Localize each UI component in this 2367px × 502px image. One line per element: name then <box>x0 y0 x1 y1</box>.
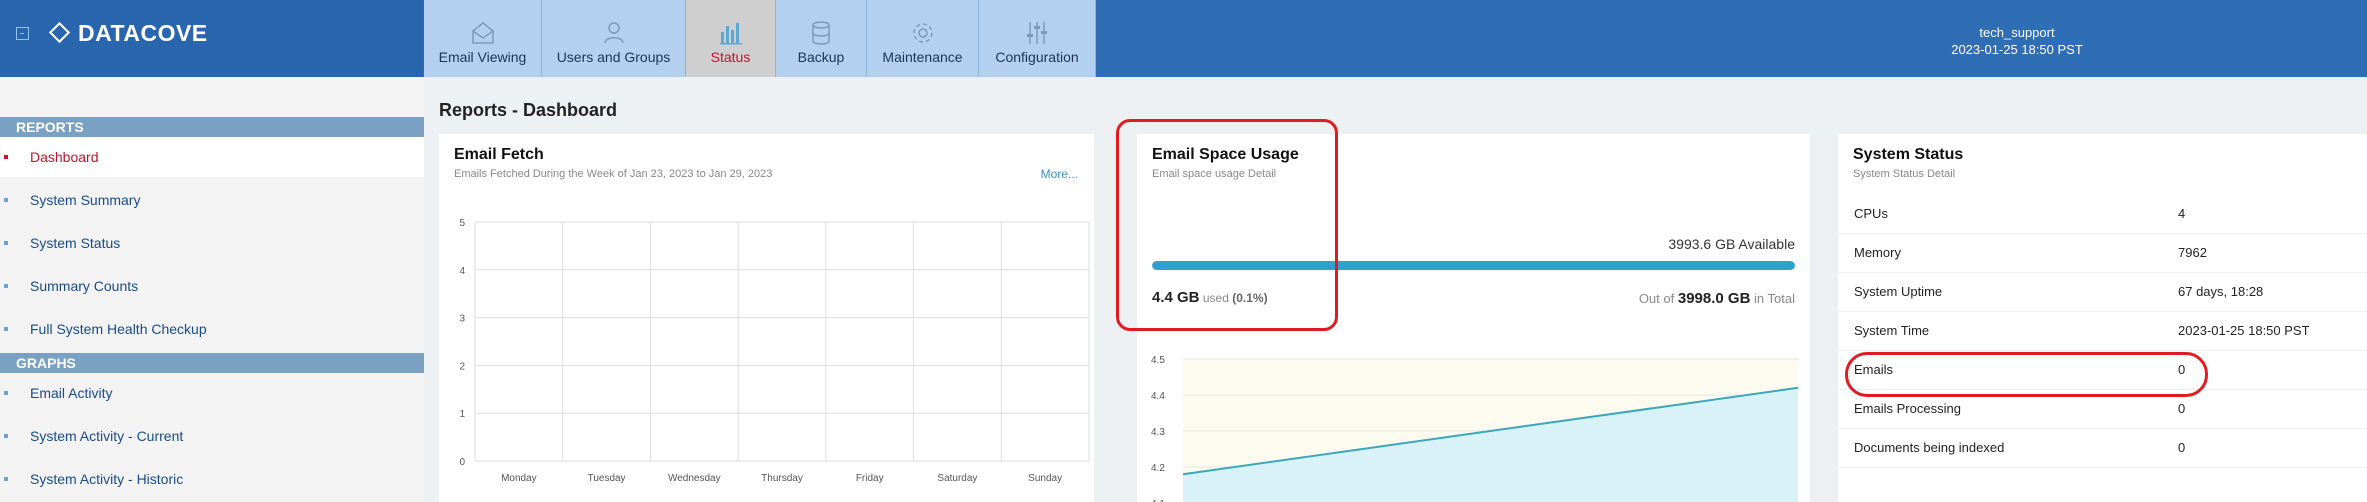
sidebar-item-label: System Status <box>30 235 121 251</box>
top-bar: DATACOVE Email Viewing Users and Groups … <box>0 0 2367 77</box>
app-logo-text: DATACOVE <box>78 20 208 46</box>
status-value: 0 <box>2178 362 2186 377</box>
sidebar-item-label: System Activity - Historic <box>30 471 184 487</box>
sidebar-item-label: Email Activity <box>30 385 113 401</box>
sidebar-item-dashboard[interactable]: Dashboard <box>0 137 424 177</box>
sidebar-item-label: Full System Health Checkup <box>30 321 207 337</box>
x-tick-label: Thursday <box>761 473 803 484</box>
sidebar-item-system-activity-historic[interactable]: System Activity - Historic <box>0 459 424 499</box>
bullet-icon <box>4 155 8 159</box>
collapse-sidebar-icon[interactable] <box>16 27 29 40</box>
sliders-icon <box>1027 22 1047 44</box>
status-key: Memory <box>1854 245 1901 260</box>
status-value: 67 days, 18:28 <box>2178 284 2264 299</box>
x-tick-label: Wednesday <box>668 473 721 484</box>
gear-icon <box>912 23 933 43</box>
tab-label: Status <box>710 49 751 65</box>
status-key: Documents being indexed <box>1854 440 2005 455</box>
database-icon <box>812 21 830 45</box>
tab-email-viewing[interactable]: Email Viewing <box>424 0 542 77</box>
sidebar-item-system-activity-current[interactable]: System Activity - Current <box>0 416 424 456</box>
status-row-cpus: CPUs 4 <box>1838 194 2367 234</box>
bullet-icon <box>4 241 8 245</box>
user-name[interactable]: tech_support <box>1952 25 2082 40</box>
status-value: 0 <box>2178 440 2186 455</box>
status-row-system-time: System Time 2023-01-25 18:50 PST <box>1838 311 2367 351</box>
sidebar-item-label: Dashboard <box>30 149 99 165</box>
y-tick-label: 4.3 <box>1151 427 1165 438</box>
status-row-emails-processing: Emails Processing 0 <box>1838 389 2367 429</box>
status-row-memory: Memory 7962 <box>1838 233 2367 273</box>
bullet-icon <box>4 198 8 202</box>
status-key: Emails Processing <box>1854 401 1961 416</box>
tab-configuration[interactable]: Configuration <box>979 0 1096 77</box>
sidebar-item-full-system-health-checkup[interactable]: Full System Health Checkup <box>0 309 424 349</box>
bullet-icon <box>4 477 8 481</box>
tab-label: Backup <box>797 49 845 65</box>
bullet-icon <box>4 434 8 438</box>
status-row-system-uptime: System Uptime 67 days, 18:28 <box>1838 272 2367 312</box>
tab-label: Configuration <box>995 49 1079 65</box>
users-icon <box>603 22 624 44</box>
y-tick-label: 4.5 <box>1151 355 1165 366</box>
y-tick-label: 5 <box>459 218 465 229</box>
email-fetch-chart: 0 1 2 3 4 5 Monday Tuesday Wednesday Thursday Frid… <box>459 218 1090 484</box>
tab-maintenance[interactable]: Maintenance <box>867 0 979 77</box>
tab-status[interactable]: Status <box>686 0 776 77</box>
status-row-documents-being-indexed: Documents being indexed 0 <box>1838 428 2367 468</box>
bullet-icon <box>4 327 8 331</box>
x-tick-label: Sunday <box>1028 473 1062 484</box>
status-key: System Uptime <box>1854 284 1943 299</box>
y-tick-label: 2 <box>459 361 465 372</box>
panel-subtitle: System Status Detail <box>1853 168 1956 180</box>
y-tick-label: 4.4 <box>1151 391 1165 402</box>
sidebar-item-system-status[interactable]: System Status <box>0 223 424 263</box>
panel-title: System Status <box>1853 146 1964 163</box>
tab-label: Maintenance <box>882 49 963 65</box>
logo-area: DATACOVE <box>0 0 423 77</box>
tab-backup[interactable]: Backup <box>776 0 867 77</box>
y-tick-label: 3 <box>459 314 465 325</box>
y-tick-label: 4 <box>459 266 465 277</box>
status-value: 7962 <box>2178 245 2207 260</box>
chart-frame <box>474 221 1090 462</box>
y-tick-label: 0 <box>459 457 465 468</box>
sidebar-section-reports: REPORTS <box>0 117 424 137</box>
status-key: Emails <box>1854 362 1894 377</box>
y-tick-label: 1 <box>459 409 465 420</box>
status-key: System Time <box>1854 323 1930 338</box>
bullet-icon <box>4 391 8 395</box>
sidebar-item-label: Summary Counts <box>30 278 139 294</box>
email-fetch-panel: Email Fetch Emails Fetched During the We… <box>439 134 1094 502</box>
x-tick-label: Tuesday <box>588 473 626 484</box>
page-title: Reports - Dashboard <box>439 100 618 120</box>
x-tick-label: Friday <box>856 473 884 484</box>
x-tick-label: Monday <box>501 473 537 484</box>
status-value: 2023-01-25 18:50 PST <box>2178 323 2310 338</box>
status-value: 0 <box>2178 401 2186 416</box>
email-space-panel: Email Space Usage Email space usage Deta… <box>1137 134 1810 502</box>
tab-label: Email Viewing <box>438 49 527 65</box>
sidebar-item-label: System Activity - Current <box>30 428 184 444</box>
sidebar-item-system-summary[interactable]: System Summary <box>0 180 424 220</box>
bullet-icon <box>4 284 8 288</box>
y-tick-label: 4.2 <box>1151 463 1165 474</box>
status-row-emails: Emails 0 <box>1838 350 2367 390</box>
tab-users-and-groups[interactable]: Users and Groups <box>542 0 686 77</box>
sidebar-item-summary-counts[interactable]: Summary Counts <box>0 266 424 306</box>
sidebar-item-email-activity[interactable]: Email Activity <box>0 373 424 413</box>
inbox-icon <box>471 22 494 44</box>
sidebar: REPORTS Dashboard System Summary System … <box>0 77 424 502</box>
status-value: 4 <box>2178 206 2186 221</box>
bar-chart-icon <box>719 23 742 45</box>
space-usage-chart: 4.14.24.34.44.5 <box>1151 355 1799 502</box>
sidebar-section-graphs: GRAPHS <box>0 353 424 373</box>
system-status-panel: System Status System Status Detail CPUs … <box>1838 134 2367 502</box>
datacove-logo-icon <box>48 21 71 44</box>
current-datetime: 2023-01-25 18:50 PST <box>1951 42 2083 57</box>
x-tick-label: Saturday <box>937 473 977 484</box>
tab-label: Users and Groups <box>556 49 671 65</box>
status-key: CPUs <box>1854 206 1888 221</box>
sidebar-item-label: System Summary <box>30 192 141 208</box>
